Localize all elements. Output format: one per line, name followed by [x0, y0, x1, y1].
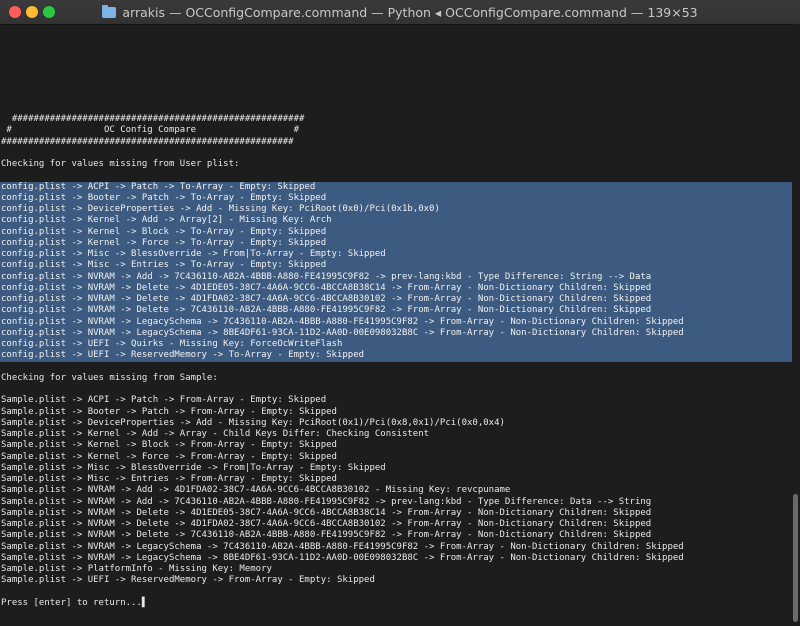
- selected-output-line: config.plist -> Kernel -> Block -> To-Ar…: [0, 226, 792, 238]
- output-line: Sample.plist -> NVRAM -> Delete -> 4D1FD…: [1, 519, 652, 529]
- selected-output-line: config.plist -> NVRAM -> Delete -> 7C436…: [0, 305, 792, 317]
- terminal-output[interactable]: ########################################…: [0, 24, 792, 626]
- output-line: Sample.plist -> NVRAM -> Add -> 4D1FDA02…: [1, 485, 511, 496]
- selected-output-line: config.plist -> ACPI -> Patch -> To-Arra…: [0, 181, 792, 193]
- selected-output-line: config.plist -> Misc -> BlessOverride ->…: [0, 249, 792, 261]
- terminal-window: arrakis — OCConfigCompare.command — Pyth…: [0, 0, 800, 626]
- output-line: Checking for values missing from User pl…: [1, 159, 240, 169]
- output-line: Sample.plist -> Kernel -> Force -> From-…: [1, 451, 337, 462]
- selected-output-line: config.plist -> UEFI -> Quirks - Missing…: [0, 339, 792, 351]
- scrollbar-thumb[interactable]: [793, 494, 798, 622]
- selected-output-line: config.plist -> NVRAM -> LegacySchema ->…: [0, 316, 792, 328]
- output-line: Sample.plist -> DeviceProperties -> Add …: [1, 417, 505, 428]
- output-line: ########################################…: [1, 136, 294, 147]
- output-line: ########################################…: [1, 114, 305, 124]
- output-line: Sample.plist -> Kernel -> Add -> Array -…: [1, 429, 430, 439]
- output-line: Press [enter] to return...▌: [1, 597, 148, 608]
- selected-output-line: config.plist -> Kernel -> Add -> Array[2…: [0, 215, 792, 227]
- selected-output-line: config.plist -> Booter -> Patch -> To-Ar…: [0, 192, 792, 204]
- scrollbar[interactable]: [792, 24, 800, 626]
- selected-output-line: config.plist -> NVRAM -> Delete -> 4D1ED…: [0, 282, 792, 294]
- selected-output-line: config.plist -> NVRAM -> LegacySchema ->…: [0, 327, 792, 339]
- output-line: Sample.plist -> NVRAM -> Delete -> 4D1ED…: [1, 507, 652, 518]
- output-line: # OC Config Compare #: [1, 125, 300, 136]
- output-line: Sample.plist -> NVRAM -> Delete -> 7C436…: [1, 530, 652, 541]
- folder-icon: [102, 4, 117, 18]
- selected-output-line: config.plist -> NVRAM -> Add -> 7C436110…: [0, 271, 792, 283]
- output-line: Sample.plist -> Kernel -> Block -> From-…: [1, 440, 337, 451]
- selected-output-line: config.plist -> Misc -> Entries -> To-Ar…: [0, 260, 792, 272]
- output-line: Sample.plist -> Booter -> Patch -> From-…: [1, 406, 337, 417]
- window-title: arrakis — OCConfigCompare.command — Pyth…: [122, 4, 698, 20]
- output-line: Sample.plist -> NVRAM -> LegacySchema ->…: [1, 541, 684, 552]
- output-line: Sample.plist -> PlatformInfo - Missing K…: [1, 564, 272, 574]
- output-line: Sample.plist -> NVRAM -> LegacySchema ->…: [1, 552, 684, 563]
- selected-output-line: config.plist -> Kernel -> Force -> To-Ar…: [0, 237, 792, 249]
- output-line: Checking for values missing from Sample:: [1, 372, 218, 383]
- output-line: Sample.plist -> NVRAM -> Add -> 7C436110…: [1, 496, 652, 507]
- selected-output-line: config.plist -> NVRAM -> Delete -> 4D1FD…: [0, 294, 792, 306]
- selected-output-line: config.plist -> UEFI -> ReservedMemory -…: [0, 350, 792, 362]
- title-bar[interactable]: arrakis — OCConfigCompare.command — Pyth…: [0, 0, 800, 25]
- selected-output-line: config.plist -> DeviceProperties -> Add …: [0, 204, 792, 216]
- output-line: Sample.plist -> Misc -> BlessOverride ->…: [1, 462, 386, 473]
- output-line: Sample.plist -> UEFI -> ReservedMemory -…: [1, 575, 375, 586]
- output-line: Sample.plist -> ACPI -> Patch -> From-Ar…: [1, 395, 327, 406]
- window-title-area: arrakis — OCConfigCompare.command — Pyth…: [0, 0, 800, 24]
- output-line: Sample.plist -> Misc -> Entries -> From-…: [1, 474, 337, 484]
